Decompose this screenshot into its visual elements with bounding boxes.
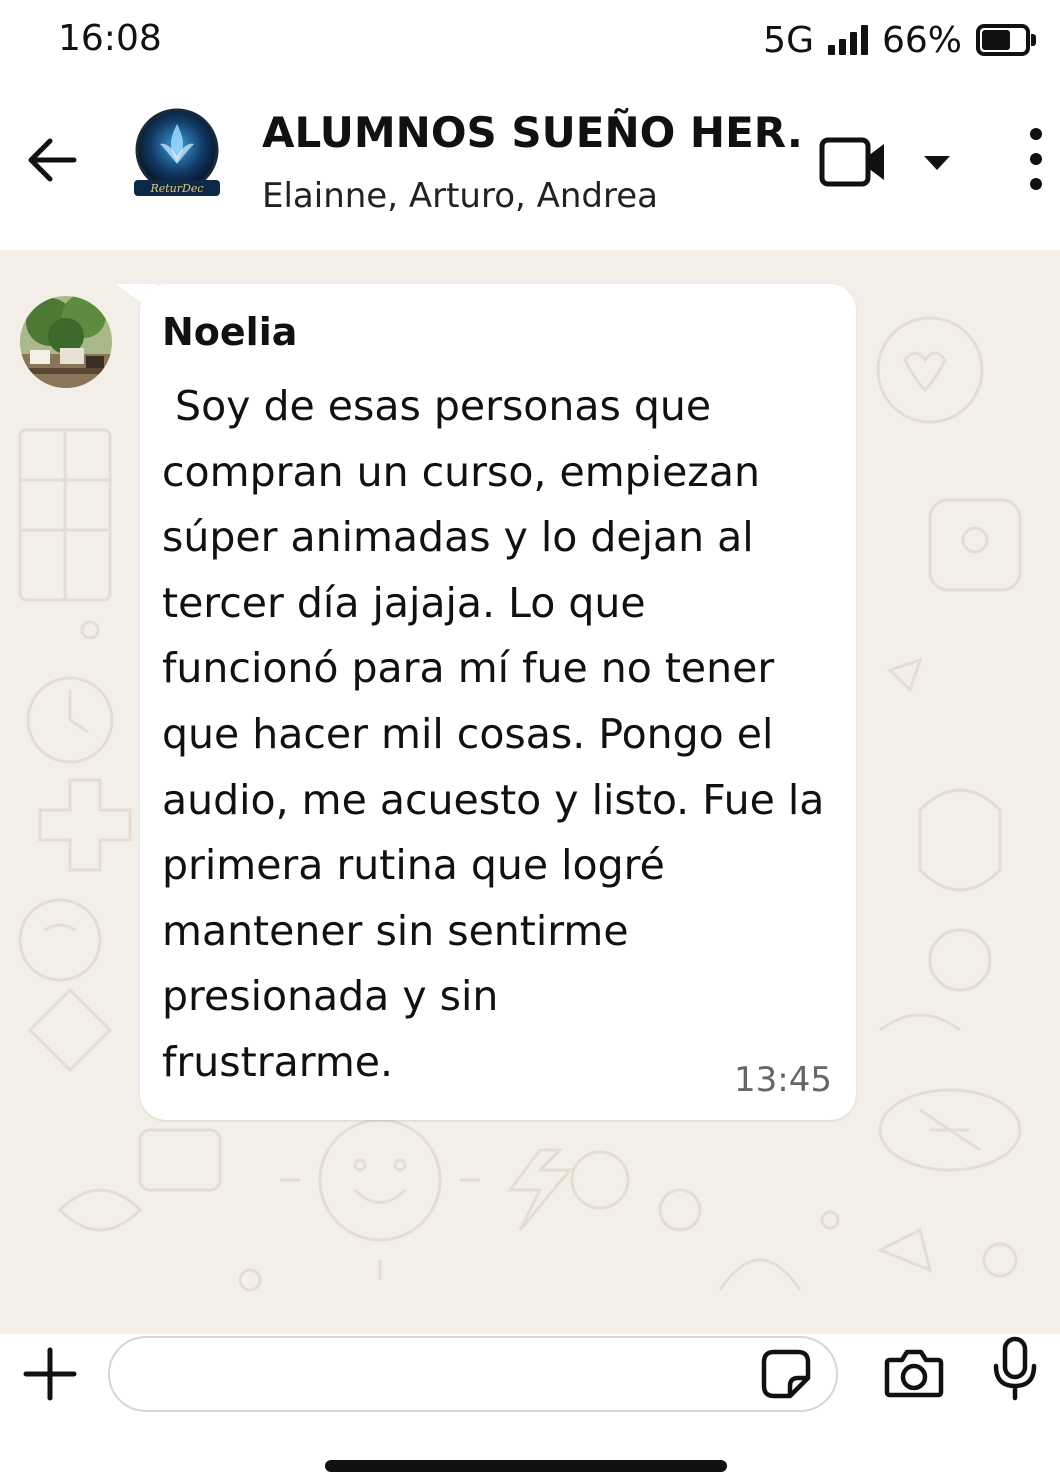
message-timestamp: 13:45 [734,1060,832,1100]
network-type: 5G [763,19,814,61]
status-indicators: 5G 66% [763,18,1036,62]
sticker-icon[interactable] [760,1348,812,1400]
status-bar: 16:08 5G 66% [0,0,1060,80]
group-avatar[interactable]: ReturDec [130,104,224,208]
signal-icon [827,25,868,55]
message-bubble[interactable]: Noelia Soy de esas personas que compran … [140,284,856,1120]
microphone-icon[interactable] [992,1336,1038,1402]
chat-area[interactable]: Noelia Soy de esas personas que compran … [0,250,1060,1334]
message-input[interactable] [108,1336,838,1412]
status-time: 16:08 [58,18,162,59]
home-indicator[interactable] [325,1460,727,1472]
battery-percent: 66% [881,19,962,61]
group-members[interactable]: Elainne, Arturo, Andrea [262,176,658,216]
camera-icon[interactable] [884,1346,944,1400]
battery-icon [976,24,1036,56]
svg-text:ReturDec: ReturDec [149,182,203,195]
plus-icon[interactable] [20,1344,80,1404]
back-arrow-icon[interactable] [22,130,82,190]
group-title[interactable]: ALUMNOS SUEÑO HER... [262,108,802,157]
video-camera-icon[interactable] [818,132,890,192]
chat-header: ReturDec ALUMNOS SUEÑO HER... Elainne, A… [0,80,1060,250]
sender-avatar[interactable] [20,296,112,388]
battery-level-fill [982,30,1010,50]
message-text: Soy de esas personas que compran un curs… [162,382,825,1086]
sender-name[interactable]: Noelia [162,310,297,354]
chevron-down-icon[interactable] [920,150,954,174]
more-vertical-icon[interactable] [1016,124,1056,194]
input-bar [0,1334,1060,1484]
